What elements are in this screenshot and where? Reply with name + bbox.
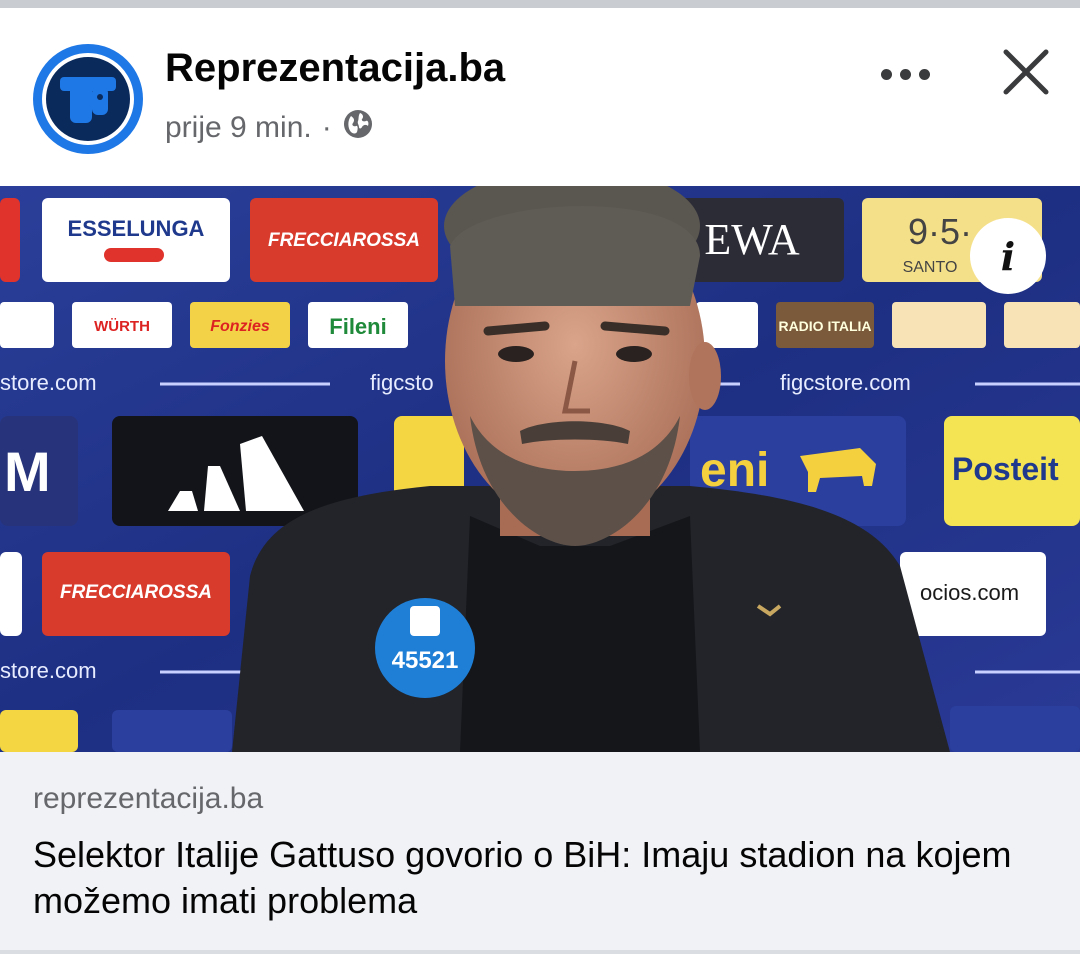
svg-text:store.com: store.com — [0, 658, 97, 683]
close-icon — [1003, 49, 1049, 95]
svg-text:ESSELUNGA: ESSELUNGA — [68, 216, 205, 241]
svg-text:figcstore.com: figcstore.com — [780, 370, 911, 395]
globe-icon — [342, 108, 374, 148]
svg-text:figcsto: figcsto — [370, 370, 434, 395]
svg-text:FRECCIAROSSA: FRECCIAROSSA — [60, 582, 212, 603]
post-image[interactable]: ESSELUNGA FRECCIAROSSA EWA 9·5· SANTO WÜ… — [0, 186, 1080, 752]
svg-text:Fileni: Fileni — [329, 314, 386, 339]
svg-text:Posteit: Posteit — [952, 451, 1059, 487]
svg-text:store.com: store.com — [0, 370, 97, 395]
link-preview[interactable]: reprezentacija.ba Selektor Italije Gattu… — [0, 752, 1080, 950]
svg-text:ocios.com: ocios.com — [920, 580, 1019, 605]
avatar-logo-icon — [42, 53, 134, 145]
more-dot — [899, 68, 911, 80]
page-avatar[interactable] — [33, 44, 143, 154]
more-options-button[interactable] — [872, 54, 938, 94]
meta-separator: · — [321, 111, 332, 144]
svg-text:SANTO: SANTO — [903, 259, 958, 276]
svg-text:WÜRTH: WÜRTH — [94, 318, 150, 335]
more-dot — [880, 68, 892, 80]
svg-text:Fonzies: Fonzies — [210, 318, 270, 335]
post-meta: prije 9 min. · — [165, 108, 374, 148]
post-header: Reprezentacija.ba prije 9 min. · — [0, 8, 1080, 186]
svg-text:RADIO ITALIA: RADIO ITALIA — [778, 318, 871, 334]
svg-text:FRECCIAROSSA: FRECCIAROSSA — [268, 230, 420, 251]
svg-text:EWA: EWA — [704, 215, 800, 264]
microphone-badge-text: 45521 — [392, 647, 459, 674]
info-button[interactable]: i — [970, 218, 1046, 294]
page-name[interactable]: Reprezentacija.ba — [165, 46, 505, 91]
link-headline[interactable]: Selektor Italije Gattuso govorio o BiH: … — [33, 832, 1043, 924]
top-divider — [0, 0, 1080, 8]
post-timestamp[interactable]: prije 9 min. — [165, 111, 312, 145]
more-dot — [918, 68, 930, 80]
link-domain: reprezentacija.ba — [33, 782, 264, 815]
svg-text:9·5·: 9·5· — [908, 211, 972, 252]
svg-text:M: M — [4, 440, 51, 503]
close-button[interactable] — [996, 40, 1056, 104]
bottom-divider — [0, 950, 1080, 954]
press-conference-photo: ESSELUNGA FRECCIAROSSA EWA 9·5· SANTO WÜ… — [0, 186, 1080, 752]
